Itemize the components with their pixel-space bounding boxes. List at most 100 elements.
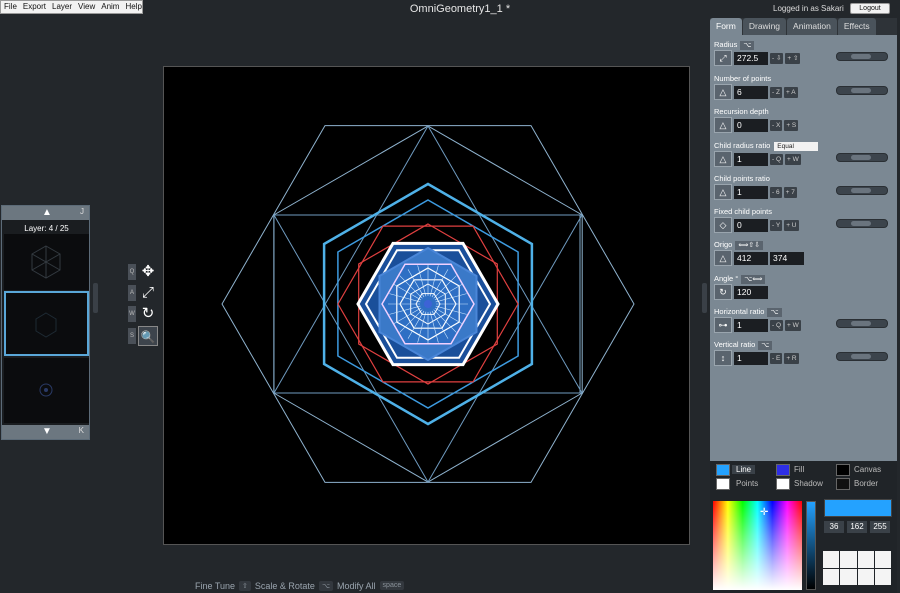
fixed-child-decrease-button[interactable]: - Y	[770, 219, 783, 231]
fill-color-swatch[interactable]	[776, 464, 790, 476]
slider-thumb[interactable]	[851, 54, 871, 59]
fixed-child-label: Fixed child points	[714, 207, 772, 216]
vertical-ratio-input[interactable]: 1	[734, 351, 768, 365]
recursion-increase-button[interactable]: + S	[784, 119, 799, 131]
layer-down-bar[interactable]: ▼ K	[2, 425, 89, 439]
palette-swatch[interactable]	[823, 568, 840, 585]
child-radius-increase-button[interactable]: + W	[785, 153, 801, 165]
tab-drawing[interactable]: Drawing	[742, 18, 787, 35]
picker-crosshair-icon[interactable]: ✛	[760, 507, 768, 518]
fixed-child-slider[interactable]	[836, 219, 888, 228]
points-slider[interactable]	[836, 86, 888, 95]
points-increase-button[interactable]: + A	[783, 86, 798, 98]
slider-thumb[interactable]	[851, 354, 871, 359]
palette-swatch[interactable]	[840, 551, 857, 568]
fill-color-label[interactable]: Fill	[794, 465, 804, 474]
blue-value-input[interactable]: 255	[870, 521, 890, 533]
green-value-input[interactable]: 162	[847, 521, 867, 533]
slider-thumb[interactable]	[851, 88, 871, 93]
palette-swatch[interactable]	[874, 551, 891, 568]
palette-swatch[interactable]	[823, 551, 840, 568]
palette-swatch[interactable]	[857, 568, 874, 585]
palette-swatch[interactable]	[857, 551, 874, 568]
fixed-child-input[interactable]: 0	[734, 218, 768, 232]
child-points-slider[interactable]	[836, 186, 888, 195]
slider-thumb[interactable]	[851, 188, 871, 193]
rotate-tool-button[interactable]: ↻	[138, 304, 158, 324]
horizontal-ratio-input[interactable]: 1	[734, 318, 768, 332]
radius-input[interactable]: 272.5	[734, 51, 768, 65]
recursion-decrease-button[interactable]: - X	[770, 119, 783, 131]
menu-layer[interactable]: Layer	[52, 1, 72, 13]
canvas-color-label[interactable]: Canvas	[854, 465, 881, 474]
radius-increase-button[interactable]: + ⇧	[785, 52, 801, 64]
tab-effects[interactable]: Effects	[837, 18, 876, 35]
layer-up-bar[interactable]: ▲ J	[2, 206, 89, 220]
recursion-label: Recursion depth	[714, 107, 769, 116]
menu-help[interactable]: Help	[125, 1, 141, 13]
layer-thumbnail[interactable]	[4, 358, 89, 423]
slider-thumb[interactable]	[851, 221, 871, 226]
slider-thumb[interactable]	[851, 155, 871, 160]
expand-tool-button[interactable]: ⤢	[138, 283, 158, 303]
drawing-canvas[interactable]	[163, 66, 690, 545]
child-points-increase-button[interactable]: + 7	[783, 186, 797, 198]
hue-saturation-picker[interactable]: ✛	[713, 501, 802, 590]
child-points-decrease-button[interactable]: - 6	[770, 186, 782, 198]
horizontal-ratio-increase-button[interactable]: + W	[785, 319, 801, 331]
layer-up-arrow-icon[interactable]: ▲	[42, 206, 52, 220]
child-radius-mode-select[interactable]: Equal	[774, 142, 819, 151]
expand-icon: ⤢	[141, 284, 154, 301]
child-radius-slider[interactable]	[836, 153, 888, 162]
menu-view[interactable]: View	[78, 1, 95, 13]
menu-export[interactable]: Export	[23, 1, 46, 13]
shadow-color-swatch[interactable]	[776, 478, 790, 490]
right-panel-collapse-handle[interactable]	[702, 283, 707, 313]
menu-file[interactable]: File	[4, 1, 17, 13]
layer-panel-collapse-handle[interactable]	[93, 283, 98, 313]
tab-animation[interactable]: Animation	[787, 18, 837, 35]
points-input[interactable]: 6	[734, 85, 768, 99]
points-color-swatch[interactable]	[716, 478, 730, 490]
horizontal-ratio-slider[interactable]	[836, 319, 888, 328]
slider-thumb[interactable]	[851, 321, 871, 326]
vertical-ratio-increase-button[interactable]: + R	[784, 352, 799, 364]
layer-down-arrow-icon[interactable]: ▼	[42, 425, 52, 439]
child-points-input[interactable]: 1	[734, 185, 768, 199]
recursion-input[interactable]: 0	[734, 118, 768, 132]
zoom-tool-button[interactable]: 🔍	[138, 326, 158, 346]
border-color-swatch[interactable]	[836, 478, 850, 490]
border-color-label[interactable]: Border	[854, 479, 878, 488]
line-color-label[interactable]: Line	[732, 465, 756, 474]
points-decrease-button[interactable]: - Z	[770, 86, 782, 98]
canvas-color-swatch[interactable]	[836, 464, 850, 476]
layer-thumbnail[interactable]	[4, 234, 89, 290]
move-tool-button[interactable]: ✥	[138, 262, 158, 282]
brightness-slider[interactable]	[806, 501, 816, 590]
palette-swatch[interactable]	[874, 568, 891, 585]
tab-form[interactable]: Form	[710, 18, 742, 35]
vertical-ratio-decrease-button[interactable]: - E	[770, 352, 783, 364]
angle-input[interactable]: 120	[734, 285, 768, 299]
child-radius-input[interactable]: 1	[734, 152, 768, 166]
fixed-child-increase-button[interactable]: + U	[784, 219, 799, 231]
vertical-ratio-slider[interactable]	[836, 352, 888, 361]
points-color-label[interactable]: Points	[736, 479, 758, 488]
shadow-color-label[interactable]: Shadow	[794, 479, 823, 488]
move-arrows-icon: ⟺⇧⇩	[735, 241, 764, 250]
fine-tune-key: ⇧	[239, 580, 251, 591]
radius-slider[interactable]	[836, 52, 888, 61]
menu-anim[interactable]: Anim	[101, 1, 119, 13]
child-radius-decrease-button[interactable]: - Q	[770, 153, 784, 165]
palette-swatch[interactable]	[840, 568, 857, 585]
line-color-swatch[interactable]	[716, 464, 730, 476]
origin-x-input[interactable]: 412	[734, 251, 768, 265]
logout-button[interactable]: Logout	[850, 3, 890, 14]
origin-y-input[interactable]: 374	[770, 251, 804, 265]
radius-decrease-button[interactable]: - ⇩	[770, 52, 784, 64]
red-value-input[interactable]: 36	[824, 521, 844, 533]
layer-thumbnail-selected[interactable]	[4, 291, 89, 356]
properties-panel: Form Drawing Animation Effects Radius ⌥ ⤢…	[710, 18, 897, 593]
horizontal-ratio-decrease-button[interactable]: - Q	[770, 319, 784, 331]
tool-key-move: Q	[128, 264, 136, 280]
